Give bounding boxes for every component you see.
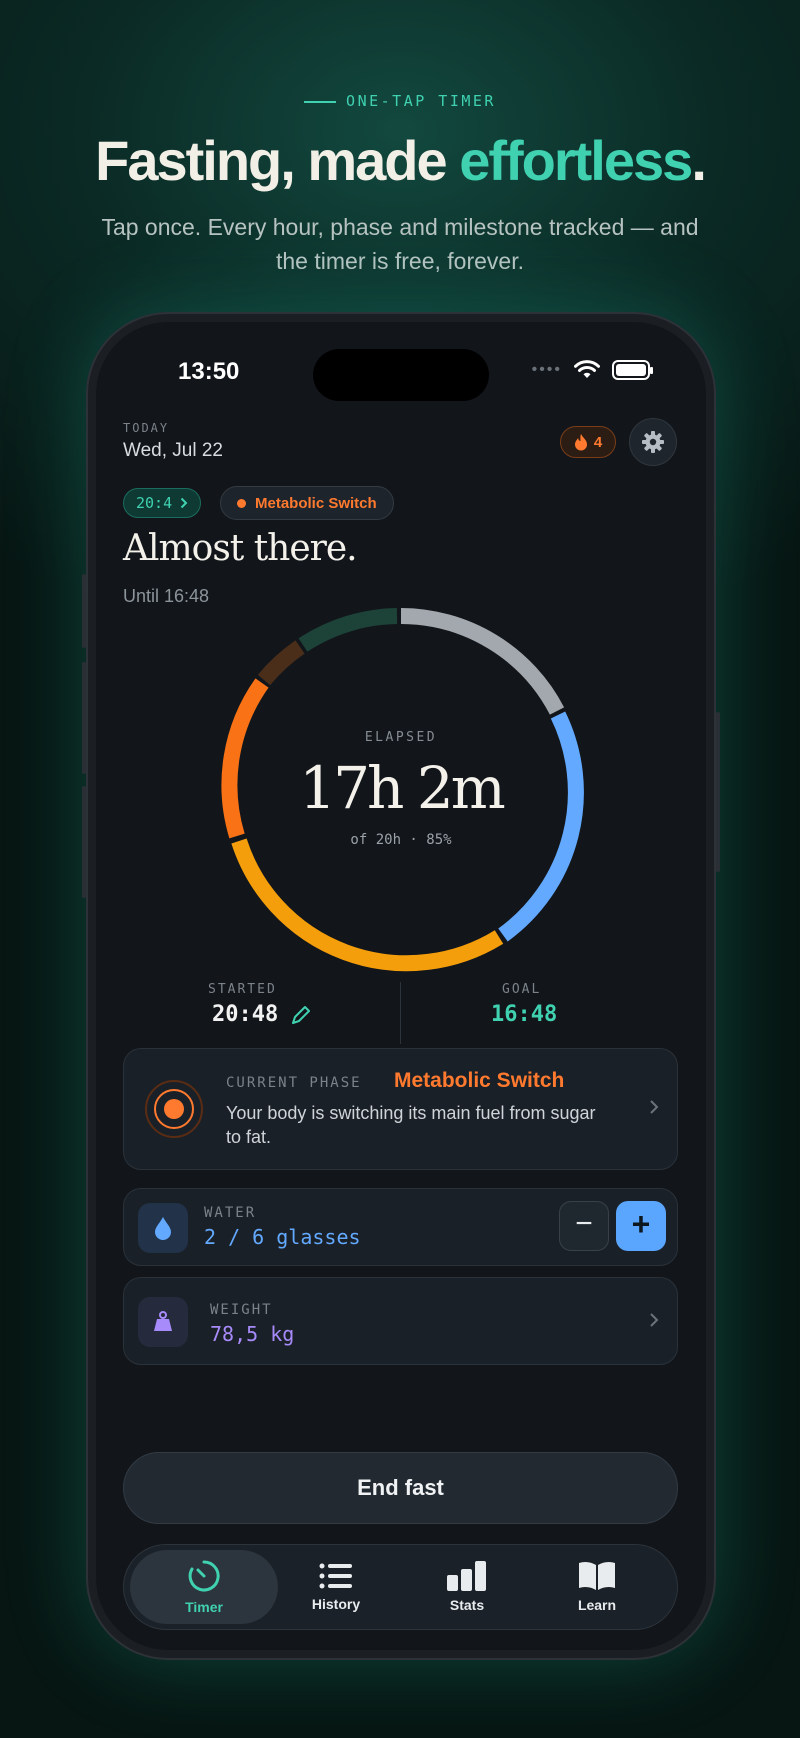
chevron-right-icon (650, 1313, 659, 1327)
tab-stats[interactable]: Stats (393, 1550, 541, 1624)
eyebrow-dash (304, 100, 337, 103)
weight-card[interactable]: WEIGHT 78,5 kg (123, 1277, 678, 1365)
phone-frame: 13:50 •••• TODAY Wed, Jul 22 4 20:4 Meta… (82, 312, 720, 1660)
tab-bar: Timer History Stats Learn (123, 1544, 678, 1630)
water-tile (138, 1203, 188, 1253)
phase-name: Metabolic Switch (394, 1069, 565, 1092)
wifi-icon (574, 360, 600, 378)
phase-kicker: CURRENT PHASE (226, 1075, 362, 1091)
promo-headline: Fasting, made effortless. (0, 128, 800, 193)
plan-ratio: 20:4 (136, 494, 173, 512)
today-label: TODAY (123, 421, 170, 435)
list-icon (319, 1563, 352, 1589)
weight-value: 78,5 kg (210, 1322, 295, 1346)
streak-badge[interactable]: 4 (560, 426, 616, 458)
weight-label: WEIGHT (210, 1302, 273, 1318)
side-button (82, 574, 86, 648)
fasting-plan-chip[interactable]: 20:4 (123, 488, 202, 518)
water-drop-icon (155, 1217, 171, 1240)
timer-icon (188, 1560, 220, 1592)
elapsed-subtext: of 20h · 85% (350, 832, 452, 848)
weight-icon (154, 1311, 172, 1331)
eyebrow-text: ONE-TAP TIMER (346, 92, 496, 110)
elapsed-label: ELAPSED (364, 730, 438, 745)
cellular-icon: •••• (531, 361, 562, 378)
flame-icon (574, 434, 587, 451)
end-fast-button[interactable]: End fast (123, 1452, 678, 1524)
chevron-right-icon (180, 497, 188, 509)
tab-history[interactable]: History (262, 1550, 410, 1624)
promo-subhead: Tap once. Every hour, phase and mileston… (101, 214, 699, 274)
edit-pencil-icon[interactable] (290, 1004, 312, 1026)
elapsed-value: 17h 2m (299, 754, 506, 822)
ring-segment-gray (400, 608, 565, 715)
ring-segment-blue (498, 711, 584, 942)
ring-segment-teal (298, 608, 398, 652)
gear-icon (642, 431, 664, 453)
weight-tile (138, 1297, 188, 1347)
dynamic-island (313, 349, 489, 401)
status-icons: •••• (531, 360, 653, 380)
water-value: 2 / 6 glasses (204, 1225, 361, 1249)
bar-chart-icon (447, 1561, 486, 1591)
headline-accent: effortless (459, 129, 693, 192)
goal-time: 16:48 (491, 1002, 558, 1027)
chevron-right-icon (650, 1100, 659, 1114)
promo-eyebrow: ONE-TAP TIMER (0, 92, 800, 110)
started-label: STARTED (208, 982, 277, 997)
side-button (82, 786, 86, 898)
streak-count: 4 (593, 433, 603, 451)
today-date: Wed, Jul 22 (123, 440, 223, 461)
phase-chip[interactable]: Metabolic Switch (220, 486, 394, 520)
water-label: WATER (204, 1205, 257, 1221)
phase-description: Your body is switching its main fuel fro… (226, 1103, 596, 1147)
tab-label: Stats (449, 1597, 485, 1613)
phase-dot (237, 498, 246, 508)
tab-label: History (311, 1596, 361, 1612)
headline-end: . (691, 129, 707, 192)
side-button (82, 662, 86, 774)
tab-learn[interactable]: Learn (523, 1550, 671, 1624)
water-card: WATER 2 / 6 glasses − + (123, 1188, 678, 1266)
phase-chip-label: Metabolic Switch (255, 494, 377, 512)
app-screen: 13:50 •••• TODAY Wed, Jul 22 4 20:4 Meta… (96, 322, 706, 1650)
battery-icon (612, 360, 653, 380)
started-time[interactable]: 20:48 (212, 1002, 278, 1027)
settings-button[interactable] (629, 418, 677, 466)
ring-segment-brown (257, 640, 305, 686)
ring-segment-amber (231, 838, 504, 972)
status-time: 13:50 (178, 358, 240, 385)
water-increment-button[interactable]: + (616, 1201, 666, 1251)
current-phase-card[interactable]: CURRENT PHASE Metabolic Switch Your body… (123, 1048, 678, 1170)
tab-timer[interactable]: Timer (130, 1550, 278, 1624)
water-decrement-button[interactable]: − (559, 1201, 609, 1251)
goal-label: GOAL (502, 982, 542, 997)
time-divider (400, 982, 401, 1044)
target-icon (145, 1080, 203, 1138)
headline-part1: Fasting, made (95, 129, 460, 192)
book-icon (579, 1561, 615, 1590)
side-button (716, 712, 720, 872)
status-title: Almost there. (123, 528, 358, 569)
tab-label: Learn (577, 1597, 617, 1613)
until-text: Until 16:48 (123, 586, 210, 606)
tab-label: Timer (185, 1599, 223, 1615)
